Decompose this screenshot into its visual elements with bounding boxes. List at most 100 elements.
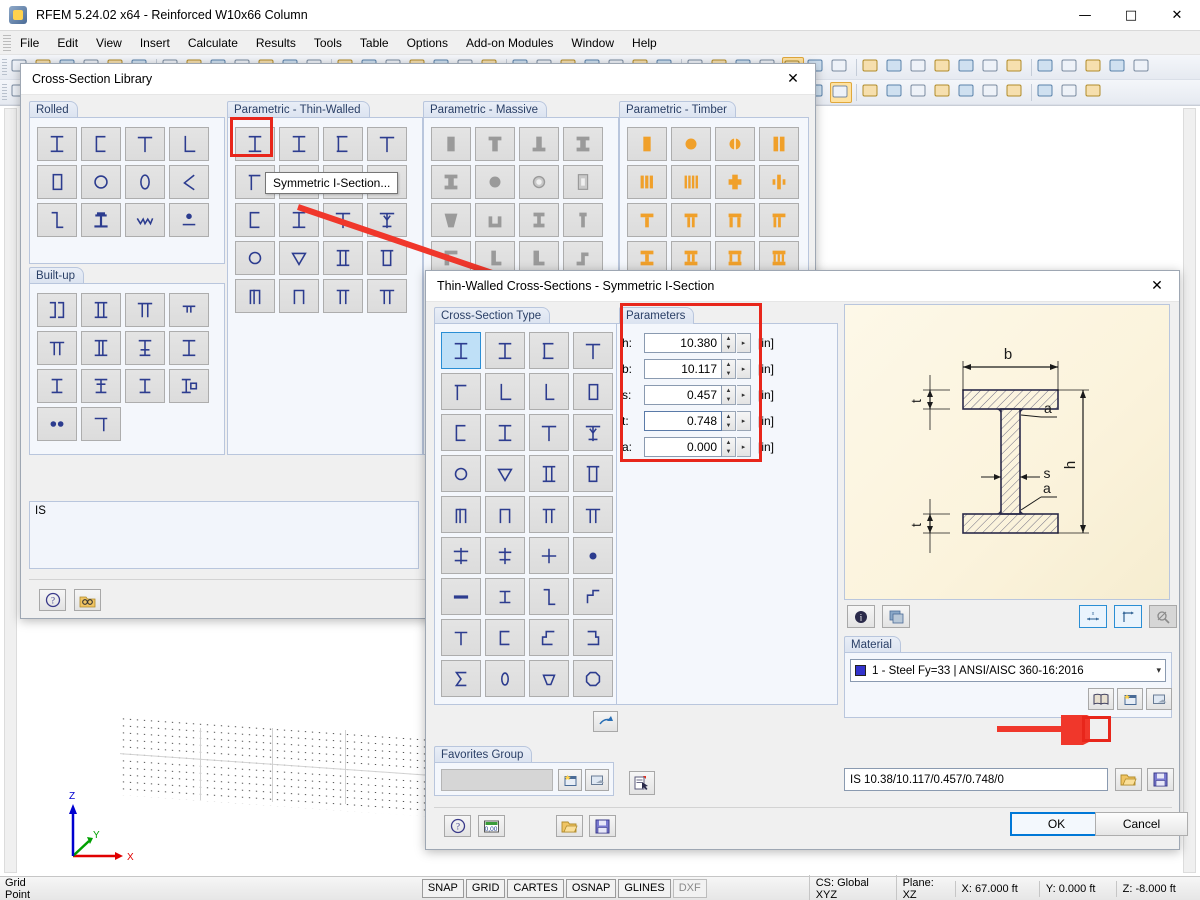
section-icon-trapezoid[interactable] [279, 241, 319, 275]
menu-file[interactable]: File [11, 33, 48, 53]
section-icon-multi-plank-timber[interactable] [759, 165, 799, 199]
toolbar-button[interactable] [909, 82, 931, 103]
find-button[interactable] [74, 589, 101, 611]
section-icon-t-inverted[interactable] [441, 373, 481, 410]
param-input-s[interactable]: 0.457 [644, 385, 722, 405]
section-icon-double-i-box[interactable] [323, 241, 363, 275]
toolbar-button[interactable] [830, 57, 852, 78]
help-button[interactable]: ? [39, 589, 66, 611]
param-spinner-a[interactable]: ▲ ▼ [722, 437, 736, 457]
dimension-toggle-button[interactable]: x [1079, 605, 1107, 628]
section-icon-n-timber[interactable] [715, 203, 755, 237]
section-icon-octagon[interactable] [573, 660, 613, 697]
menu-window[interactable]: Window [562, 33, 623, 53]
open-button[interactable] [556, 815, 583, 837]
section-icon-double-i-box[interactable] [529, 455, 569, 492]
section-icon-i-welded[interactable] [279, 203, 319, 237]
favorites-group-select[interactable] [441, 769, 553, 791]
section-icon-rect-hollow[interactable] [573, 373, 613, 410]
menu-insert[interactable]: Insert [131, 33, 179, 53]
toolbar-button[interactable] [1060, 82, 1082, 103]
toolbar-button[interactable] [885, 82, 907, 103]
toolbar-button[interactable] [1036, 82, 1058, 103]
section-icon-rect-solid[interactable] [431, 127, 471, 161]
section-icon-t-section[interactable] [367, 127, 407, 161]
apply-type-button[interactable] [593, 711, 618, 732]
section-icon-angle-unequal-section[interactable] [169, 165, 209, 199]
timber-icon-grid[interactable] [627, 127, 799, 275]
section-icon-t-wide[interactable] [323, 203, 363, 237]
menu-help[interactable]: Help [623, 33, 666, 53]
toggle-dxf[interactable]: DXF [672, 879, 707, 898]
section-icon-rect-timber[interactable] [627, 127, 667, 161]
section-icon-circle-hollow-section[interactable] [81, 165, 121, 199]
thinwalled-icon-grid[interactable] [235, 127, 407, 313]
toggle-cartes[interactable]: CARTES [507, 879, 564, 898]
param-input-a[interactable]: 0.000 [644, 437, 722, 457]
param-spinner-t[interactable]: ▲ ▼ [722, 411, 736, 431]
section-icon-z-section[interactable] [37, 203, 77, 237]
toggle-glines[interactable]: GLINES [618, 879, 671, 898]
section-icon-t-plate-only[interactable] [81, 407, 121, 441]
section-icon-double-hat[interactable] [441, 496, 481, 533]
close-button[interactable]: ✕ [1154, 0, 1200, 31]
section-icon-u-solid[interactable] [475, 203, 515, 237]
toolbar-button[interactable] [861, 57, 883, 78]
units-button[interactable]: 0,00 [478, 815, 505, 837]
section-icon-c-step-right[interactable] [573, 619, 613, 656]
section-icon-two-plank-timber[interactable] [759, 127, 799, 161]
menu-results[interactable]: Results [247, 33, 305, 53]
toolbar-button[interactable] [981, 57, 1003, 78]
param-input-t[interactable]: 0.748 [644, 411, 722, 431]
builtup-icon-grid[interactable] [37, 293, 209, 441]
menu-options[interactable]: Options [398, 33, 457, 53]
section-icon-oval-section[interactable] [125, 165, 165, 199]
section-icon-flat-bar[interactable] [441, 578, 481, 615]
section-icon-t-solid[interactable] [475, 127, 515, 161]
section-description-box[interactable]: IS [29, 501, 419, 569]
toolbar-button[interactable] [933, 82, 955, 103]
toolbar-button[interactable] [957, 57, 979, 78]
section-icon-l-angle[interactable] [529, 373, 569, 410]
toggle-osnap[interactable]: OSNAP [565, 879, 617, 898]
minimize-button[interactable]: — [1062, 0, 1108, 31]
section-icon-round-timber[interactable] [671, 127, 711, 161]
toolbar-button[interactable] [1108, 57, 1130, 78]
section-icon-two-dots[interactable] [37, 407, 77, 441]
param-more-b[interactable]: ▸ [737, 359, 751, 379]
info-button[interactable]: i [847, 605, 875, 628]
menu-grip[interactable] [3, 34, 11, 51]
section-icon-t-bar[interactable] [441, 619, 481, 656]
section-icon-i-section[interactable] [37, 127, 77, 161]
cross-section-type-grid[interactable] [441, 332, 613, 697]
section-icon-dot-bar-section[interactable] [169, 203, 209, 237]
section-icon-i-with-box[interactable] [169, 369, 209, 403]
left-scrollbar[interactable] [4, 108, 17, 873]
section-icon-channel-section[interactable] [81, 127, 121, 161]
param-spinner-b[interactable]: ▲ ▼ [722, 359, 736, 379]
menu-view[interactable]: View [87, 33, 131, 53]
section-icon-i-plate-bottom[interactable] [81, 369, 121, 403]
section-icon-t-wide-plate[interactable] [37, 331, 77, 365]
section-icon-i-asym-flange[interactable] [529, 332, 569, 369]
section-icon-pi-wide[interactable] [573, 496, 613, 533]
rolled-icon-grid[interactable] [37, 127, 209, 237]
edit-favorites-group-button[interactable] [585, 769, 609, 791]
param-more-a[interactable]: ▸ [737, 437, 751, 457]
section-icon-c-section[interactable] [441, 414, 481, 451]
param-more-h[interactable]: ▸ [737, 333, 751, 353]
help-button[interactable]: ? [444, 815, 471, 837]
close-icon[interactable]: ✕ [771, 64, 815, 94]
toolbar-grip[interactable] [2, 83, 7, 101]
material-library-button[interactable] [1088, 688, 1114, 710]
toolbar-button[interactable] [861, 82, 883, 103]
right-scrollbar[interactable] [1183, 108, 1196, 873]
section-icon-cross-plank-timber[interactable] [715, 165, 755, 199]
section-icon-wedge-solid[interactable] [431, 203, 471, 237]
axes-toggle-button[interactable] [1114, 605, 1142, 628]
toolbar-button[interactable] [981, 82, 1003, 103]
toolbar-button[interactable] [933, 57, 955, 78]
section-icon-double-i-welded[interactable] [81, 293, 121, 327]
toggle-grid[interactable]: GRID [465, 879, 506, 898]
section-icon-trapezoid[interactable] [485, 455, 525, 492]
